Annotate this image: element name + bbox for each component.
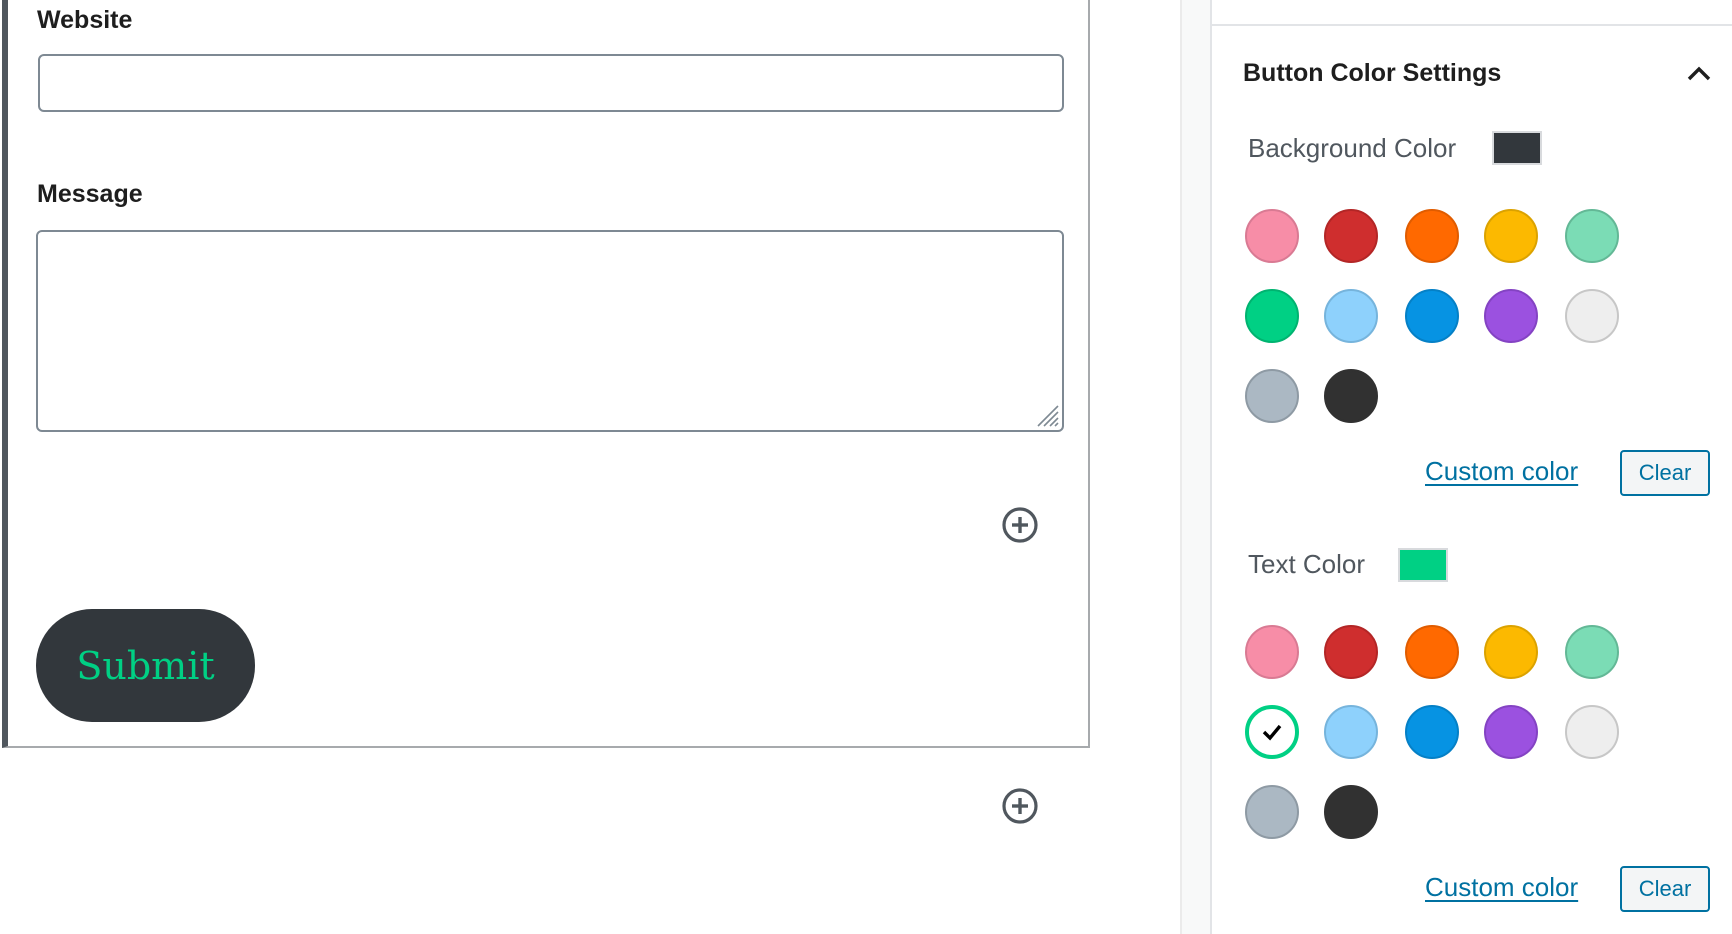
background-swatch-pale-cyan-blue[interactable] [1324, 289, 1378, 343]
text-swatch-very-light-gray[interactable] [1565, 705, 1619, 759]
text-swatch-vivid-red[interactable] [1324, 625, 1378, 679]
add-block-icon[interactable] [1001, 787, 1039, 825]
message-textarea[interactable] [36, 230, 1064, 432]
sidebar-border [1210, 0, 1212, 934]
text-swatch-very-dark-gray[interactable] [1324, 785, 1378, 839]
background-swatch-luminous-vivid-orange[interactable] [1405, 209, 1459, 263]
sidebar-gutter [1182, 0, 1210, 934]
background-swatch-light-green-cyan[interactable] [1565, 209, 1619, 263]
background-swatch-vivid-green-cyan[interactable] [1245, 289, 1299, 343]
background-color-indicator [1492, 131, 1542, 165]
resize-handle-icon[interactable] [1034, 402, 1060, 428]
text-swatch-pale-cyan-blue[interactable] [1324, 705, 1378, 759]
website-input[interactable] [38, 54, 1064, 112]
background-swatch-vivid-red[interactable] [1324, 209, 1378, 263]
background-swatch-pale-pink[interactable] [1245, 209, 1299, 263]
panel-divider [1212, 24, 1732, 26]
background-swatch-luminous-vivid-amber[interactable] [1484, 209, 1538, 263]
text-swatch-vivid-cyan-blue[interactable] [1405, 705, 1459, 759]
background-swatch-vivid-purple[interactable] [1484, 289, 1538, 343]
text-custom-color-link[interactable]: Custom color [1425, 872, 1578, 903]
background-swatch-very-light-gray[interactable] [1565, 289, 1619, 343]
text-clear-button[interactable]: Clear [1620, 866, 1710, 912]
add-block-icon[interactable] [1001, 506, 1039, 544]
background-swatch-vivid-cyan-blue[interactable] [1405, 289, 1459, 343]
text-swatch-vivid-green-cyan[interactable] [1245, 705, 1299, 759]
text-swatch-vivid-purple[interactable] [1484, 705, 1538, 759]
chevron-up-icon[interactable] [1684, 60, 1714, 86]
background-swatch-cyan-bluish-gray[interactable] [1245, 369, 1299, 423]
text-swatch-cyan-bluish-gray[interactable] [1245, 785, 1299, 839]
text-color-indicator [1398, 548, 1448, 582]
background-clear-button[interactable]: Clear [1620, 450, 1710, 496]
message-label: Message [37, 180, 143, 208]
website-label: Website [37, 6, 133, 34]
background-color-label: Background Color [1248, 133, 1457, 163]
text-color-label: Text Color [1248, 549, 1366, 579]
text-swatch-pale-pink[interactable] [1245, 625, 1299, 679]
background-custom-color-link[interactable]: Custom color [1425, 456, 1578, 487]
text-swatch-light-green-cyan[interactable] [1565, 625, 1619, 679]
submit-button[interactable]: Submit [36, 609, 255, 722]
text-swatch-luminous-vivid-orange[interactable] [1405, 625, 1459, 679]
panel-title[interactable]: Button Color Settings [1243, 59, 1501, 88]
checkmark-icon [1262, 724, 1282, 741]
text-swatch-luminous-vivid-amber[interactable] [1484, 625, 1538, 679]
background-swatch-very-dark-gray[interactable] [1324, 369, 1378, 423]
